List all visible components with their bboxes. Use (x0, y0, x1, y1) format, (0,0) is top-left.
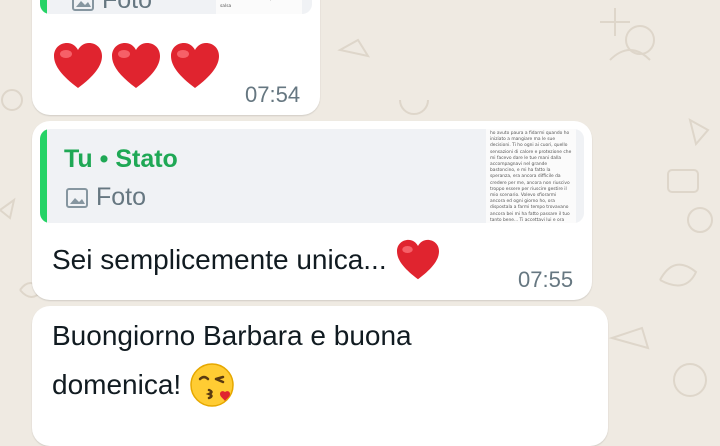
quoted-message[interactable]: Foto dopo 19 anni, entrambi sposati e a … (40, 0, 312, 14)
heart-emoji (54, 43, 102, 88)
message-time: 07:54 (245, 82, 301, 107)
image-icon (66, 187, 88, 208)
quote-thumbnail: dopo 19 anni, entrambi sposati e a 1000 … (216, 0, 302, 14)
quote-accent-bar (40, 0, 47, 14)
heart-emoji (112, 43, 161, 88)
heart-emoji (396, 239, 439, 280)
message-text-line-2: domenica! (52, 362, 592, 408)
face-blowing-kiss-emoji (190, 363, 234, 407)
message-bubble-3[interactable]: Buongiorno Barbara e buona domenica! (32, 306, 608, 446)
quote-media-label: Foto (66, 183, 146, 212)
heart-emoji (170, 43, 219, 88)
image-icon (72, 0, 94, 11)
quote-media-label: Foto (72, 0, 152, 14)
message-text: Buongiorno Barbara e buona domenica! (52, 316, 592, 408)
quoted-message[interactable]: Tu • Stato Foto ho avuto paura a fidarmi… (40, 129, 584, 223)
quote-thumbnail: ho avuto paura a fidarmi quando ho inizi… (486, 129, 576, 223)
quote-author: Tu • Stato (64, 145, 178, 173)
quote-accent-bar (40, 129, 47, 223)
message-text-line-1: Buongiorno Barbara e buona (52, 320, 412, 351)
message-time: 07:55 (518, 267, 574, 292)
message-bubble-1[interactable]: Foto dopo 19 anni, entrambi sposati e a … (32, 0, 320, 115)
hearts-row (52, 42, 221, 98)
message-text: Sei semplicemente unica... (52, 239, 441, 281)
message-bubble-2[interactable]: Tu • Stato Foto ho avuto paura a fidarmi… (32, 121, 592, 300)
